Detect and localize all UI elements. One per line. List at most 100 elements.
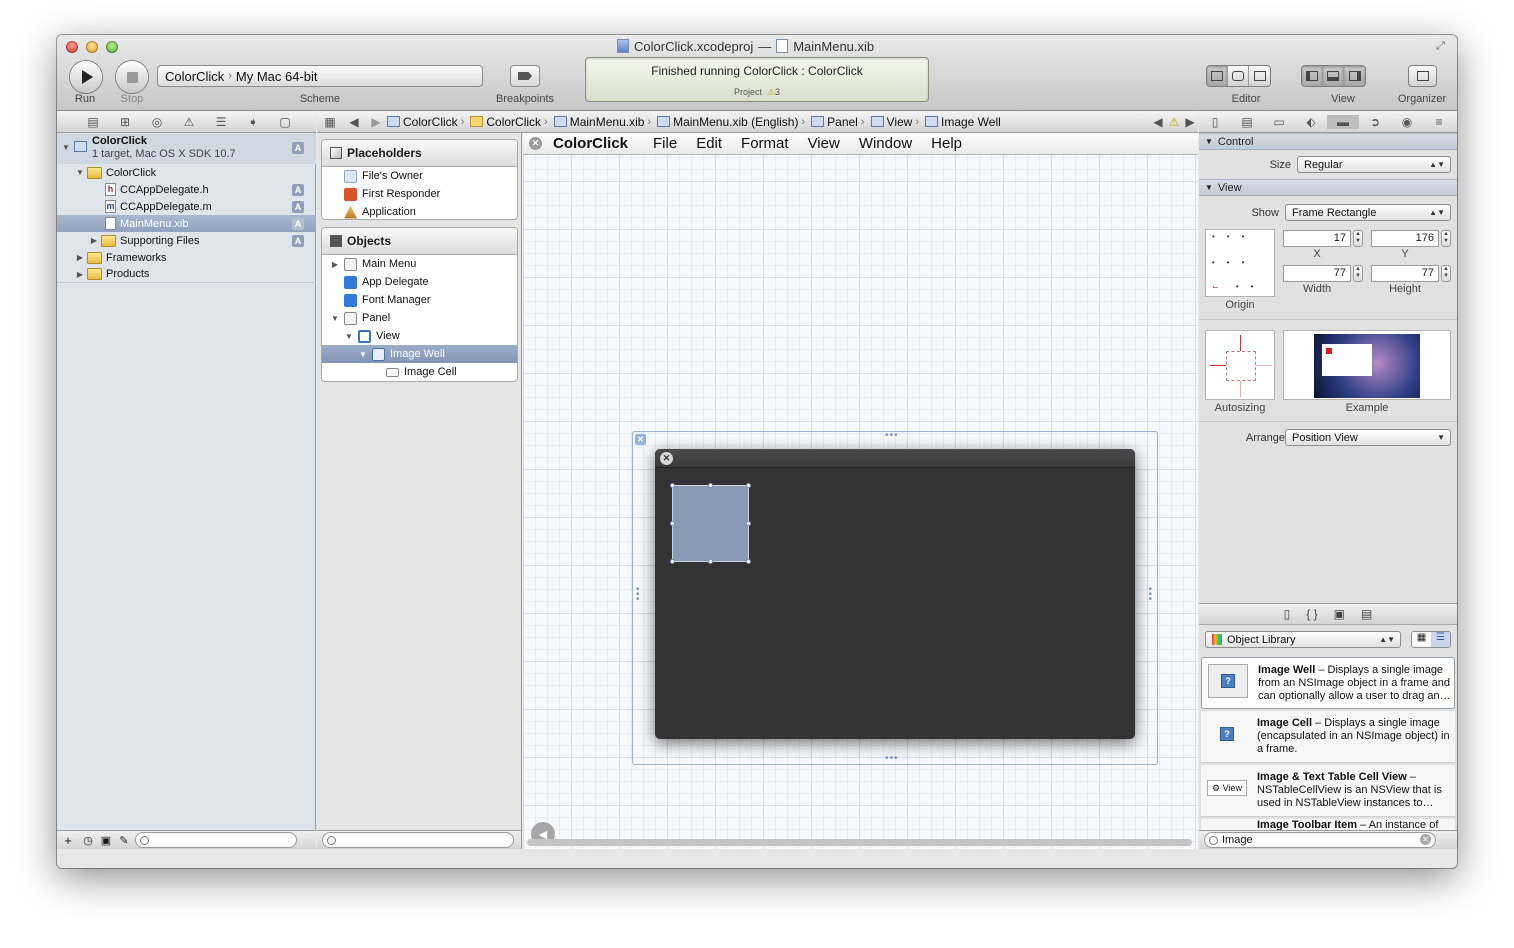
file-template-library-tab[interactable]: ▯ <box>1284 607 1291 621</box>
breakpoint-navigator-tab[interactable]: ➧ <box>237 115 269 129</box>
attributes-inspector-tab[interactable]: ⬖ <box>1295 115 1327 129</box>
close-icon[interactable]: ✕ <box>660 452 673 465</box>
view-section-header[interactable]: ▼ View <box>1199 179 1457 196</box>
log-navigator-tab[interactable]: ▢ <box>269 115 301 129</box>
image-well[interactable] <box>670 483 751 564</box>
disclosure-down-icon[interactable]: ▼ <box>1205 137 1213 146</box>
project-navigator-tab[interactable]: ▤ <box>77 115 109 129</box>
width-field[interactable]: 77 <box>1283 265 1351 282</box>
forward-arrow-icon[interactable]: ▶ <box>365 115 387 129</box>
origin-points[interactable]: •• <box>1236 282 1266 291</box>
outline-row[interactable]: Image Cell <box>322 363 517 381</box>
version-editor-button[interactable] <box>1249 66 1270 86</box>
resize-handle[interactable] <box>746 559 751 564</box>
back-arrow-icon[interactable]: ◀ <box>343 115 365 129</box>
resize-handle[interactable] <box>746 483 751 488</box>
next-issue-icon[interactable]: ▶ <box>1182 115 1198 129</box>
file-inspector-tab[interactable]: ▯ <box>1199 115 1231 129</box>
x-stepper[interactable]: ▲ ▼ <box>1353 230 1363 247</box>
file-row[interactable]: m CCAppDelegate.m A <box>57 198 316 215</box>
jump-crumb-file[interactable]: MainMenu.xib › <box>553 115 651 129</box>
height-field[interactable]: 77 <box>1371 265 1439 282</box>
library-popup[interactable]: Object Library ▲▼ <box>1205 631 1401 648</box>
resize-handle[interactable] <box>670 521 675 526</box>
origin-selected-icon[interactable]: ⌙ <box>1212 282 1219 291</box>
close-icon[interactable]: ✕ <box>635 434 646 445</box>
recent-files-icon[interactable]: ◷ <box>79 834 97 847</box>
code-snippet-library-tab[interactable]: { } <box>1306 607 1317 621</box>
library-item-selected[interactable]: ? Image Well – Displays a single image f… <box>1201 657 1455 709</box>
scm-filter-icon[interactable]: ▣ <box>97 834 115 847</box>
origin-points[interactable]: ••• <box>1212 258 1256 267</box>
menu-format[interactable]: Format <box>741 135 789 152</box>
bindings-inspector-tab[interactable]: ◉ <box>1391 115 1423 129</box>
related-items-icon[interactable]: ▦ <box>317 115 343 129</box>
right-strut-icon[interactable] <box>1256 365 1272 366</box>
size-inspector-tab[interactable]: ▬ <box>1327 114 1359 129</box>
resize-handle-bottom[interactable]: ••• <box>885 753 899 764</box>
run-button[interactable] <box>70 61 102 93</box>
file-row-selected[interactable]: MainMenu.xib A <box>57 215 316 232</box>
width-stepper[interactable]: ▲ ▼ <box>1353 265 1363 282</box>
minimize-window-button[interactable] <box>86 41 98 53</box>
panel-window[interactable]: ✕ <box>655 449 1135 739</box>
outline-row[interactable]: ▼ View <box>322 327 517 345</box>
assistant-editor-button[interactable] <box>1228 66 1249 86</box>
close-window-button[interactable] <box>66 41 78 53</box>
debug-navigator-tab[interactable]: ☰ <box>205 115 237 129</box>
menu-file[interactable]: File <box>653 135 677 152</box>
group-row[interactable]: ▶ Frameworks <box>57 249 316 266</box>
close-icon[interactable]: ✕ <box>529 137 542 150</box>
library-item[interactable]: ? Image Cell – Displays a single image (… <box>1201 711 1455 763</box>
menu-window[interactable]: Window <box>859 135 912 152</box>
toggle-debug-area-button[interactable] <box>1323 66 1344 86</box>
project-row[interactable]: ▼ ColorClick 1 target, Mac OS X SDK 10.7… <box>57 134 316 164</box>
jump-crumb-view[interactable]: View › <box>870 115 919 129</box>
activity-issues[interactable]: Project ⚠3 <box>586 87 928 98</box>
search-navigator-tab[interactable]: ◎ <box>141 115 173 129</box>
left-strut-icon[interactable] <box>1210 365 1226 366</box>
disclosure-down-icon[interactable]: ▼ <box>330 314 340 323</box>
interface-builder-canvas[interactable]: ✕ ColorClick File Edit Format View Windo… <box>523 133 1198 849</box>
standard-editor-button[interactable] <box>1207 66 1228 86</box>
outline-row[interactable]: File's Owner <box>322 167 517 185</box>
x-field[interactable]: 17 <box>1283 230 1351 247</box>
disclosure-right-icon[interactable]: ▶ <box>89 236 99 245</box>
show-popup[interactable]: Frame Rectangle ▲▼ <box>1285 204 1451 221</box>
resize-handle[interactable] <box>670 559 675 564</box>
resize-handle-left[interactable]: • • • <box>636 585 640 605</box>
horizontal-scrollbar[interactable] <box>527 839 1192 846</box>
jump-crumb-localization[interactable]: MainMenu.xib (English) › <box>657 115 805 129</box>
menu-view[interactable]: View <box>808 135 840 152</box>
size-popup[interactable]: Regular ▲▼ <box>1297 156 1451 173</box>
symbol-navigator-tab[interactable]: ⊞ <box>109 115 141 129</box>
y-stepper[interactable]: ▲ ▼ <box>1441 230 1451 247</box>
resize-handle[interactable] <box>708 559 713 564</box>
connections-inspector-tab[interactable]: ➲ <box>1359 115 1391 129</box>
media-library-tab[interactable]: ▤ <box>1361 607 1372 621</box>
disclosure-down-icon[interactable]: ▼ <box>61 143 71 152</box>
previous-issue-icon[interactable]: ◀ <box>1150 115 1166 129</box>
clear-search-icon[interactable]: ✕ <box>1420 834 1431 845</box>
scheme-popup[interactable]: ColorClick › My Mac 64-bit <box>157 65 483 87</box>
outline-row[interactable]: ▶ Main Menu <box>322 255 517 273</box>
bottom-strut-icon[interactable] <box>1240 381 1241 397</box>
outline-filter-input[interactable] <box>322 832 514 848</box>
panel-title-bar[interactable]: ✕ <box>655 449 1135 468</box>
outline-row[interactable]: App Delegate <box>322 273 517 291</box>
object-library-tab[interactable]: ▣ <box>1334 607 1345 621</box>
resize-handle-top[interactable]: ••• <box>885 430 899 441</box>
outline-row[interactable]: First Responder <box>322 185 517 203</box>
disclosure-right-icon[interactable]: ▶ <box>330 260 340 269</box>
toggle-utilities-button[interactable] <box>1344 66 1365 86</box>
jump-crumb-panel[interactable]: Panel › <box>811 115 865 129</box>
autosizing-control[interactable] <box>1205 330 1275 400</box>
disclosure-down-icon[interactable]: ▼ <box>344 332 354 341</box>
jump-crumb-group[interactable]: ColorClick › <box>470 115 548 129</box>
resize-handle-right[interactable]: • • • <box>1148 585 1152 605</box>
breakpoints-button[interactable] <box>510 65 540 87</box>
navigator-filter-input[interactable] <box>135 832 297 848</box>
resize-handle[interactable] <box>746 521 751 526</box>
disclosure-down-icon[interactable]: ▼ <box>1205 183 1213 192</box>
library-search-input[interactable]: Image ✕ <box>1204 832 1436 848</box>
